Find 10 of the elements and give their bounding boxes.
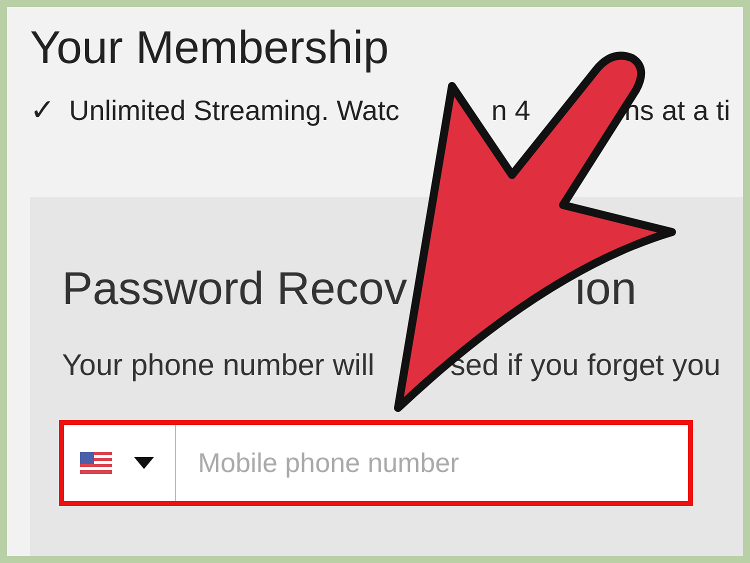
- check-mark: ✓: [30, 94, 55, 128]
- recovery-description: Your phone number will: [62, 348, 374, 384]
- membership-heading: Your Membership: [29, 20, 390, 74]
- flag-icon: [80, 452, 112, 474]
- caret-icon: [134, 457, 154, 469]
- recovery-description: sed if you forget you: [450, 348, 721, 384]
- plan-description: Unlimited Streaming. Watc: [69, 94, 400, 128]
- recovery-title: Password Recov: [62, 262, 408, 314]
- plan-description: n 4: [491, 94, 530, 128]
- recovery-title: ion: [575, 262, 637, 314]
